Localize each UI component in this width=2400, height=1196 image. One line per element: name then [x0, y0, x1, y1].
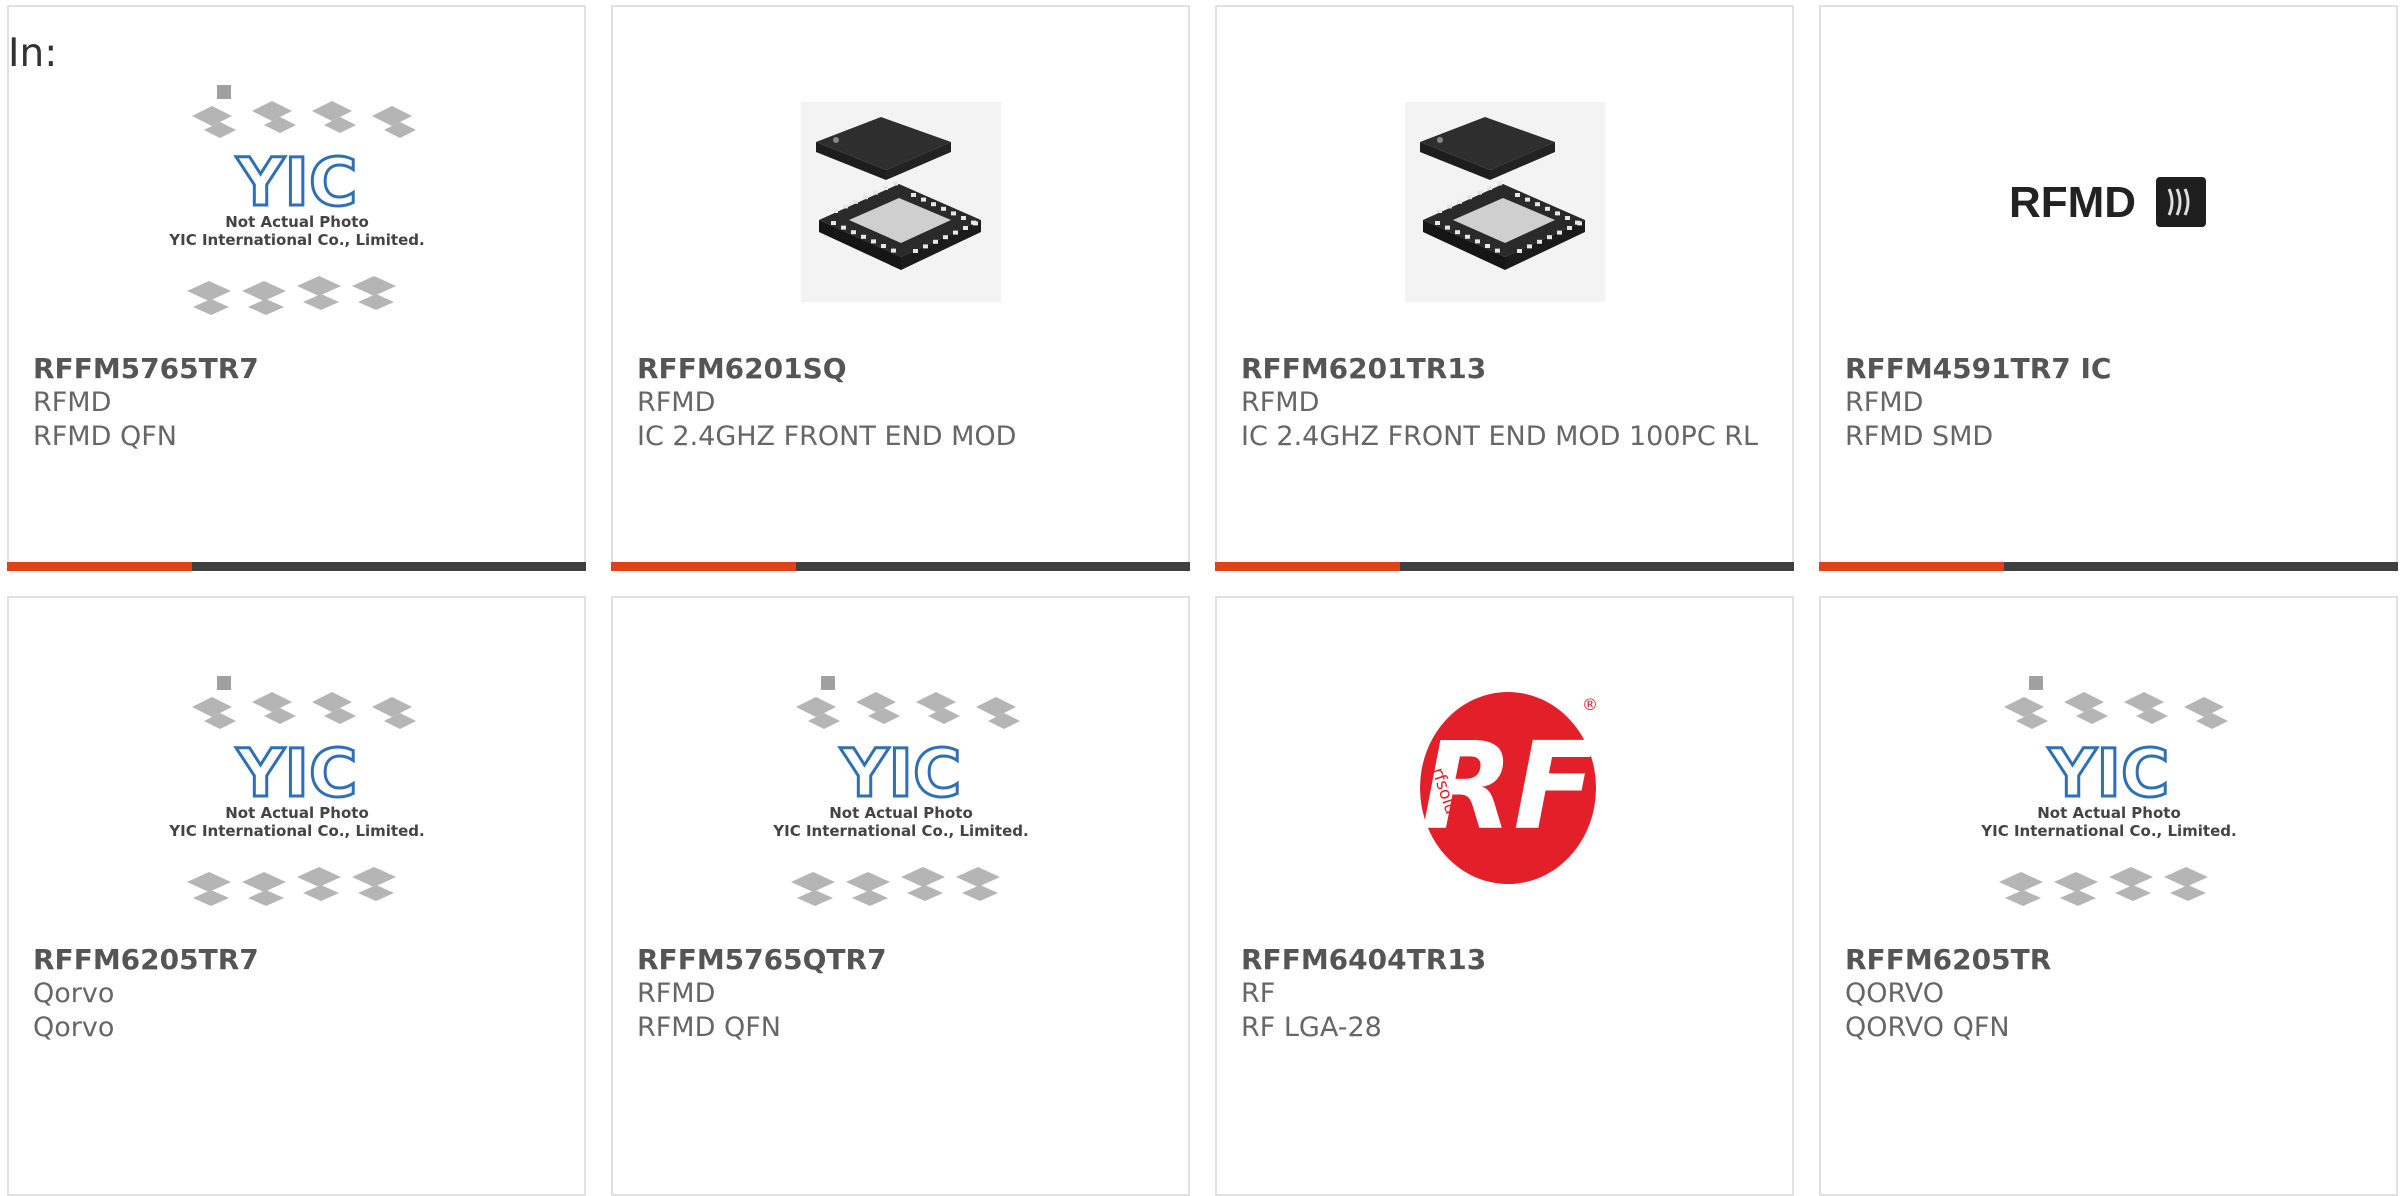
svg-text:YIC International Co., Limited: YIC International Co., Limited. — [168, 822, 424, 840]
accent-bar — [1215, 562, 1794, 571]
product-image[interactable]: YIC Not Actual Photo YIC International Co.… — [1821, 658, 2396, 928]
description: QORVO QFN — [1845, 1012, 2010, 1043]
product-image[interactable] — [613, 67, 1188, 337]
svg-text:Not Actual Photo: Not Actual Photo — [225, 213, 369, 231]
description: RFMD SMD — [1845, 421, 1994, 452]
manufacturer: RFMD — [33, 387, 112, 418]
svg-text:RFMD: RFMD — [2009, 178, 2136, 227]
product-image[interactable] — [1217, 67, 1792, 337]
accent-bar — [611, 562, 1190, 571]
product-card[interactable]: YIC Not Actual Photo YIC International Co.… — [7, 596, 586, 1196]
product-card[interactable]: YIC Not Actual Photo YIC International Co.… — [7, 5, 586, 571]
placeholder-image: YICNot Actual PhotoYIC International Co.… — [168, 676, 424, 906]
manufacturer: RFMD — [637, 387, 716, 418]
svg-text:Not Actual Photo: Not Actual Photo — [225, 804, 369, 822]
description: IC 2.4GHZ FRONT END MOD 100PC RL — [1241, 421, 1759, 452]
description: Qorvo — [33, 1012, 115, 1043]
product-image[interactable]: RFMD — [1821, 67, 2396, 337]
rf-solutions-logo: RFrfsolutions® — [1419, 692, 1598, 884]
svg-text:Not Actual Photo: Not Actual Photo — [829, 804, 973, 822]
product-image[interactable]: YIC Not Actual Photo YIC International Co.… — [9, 658, 584, 928]
svg-text:®: ® — [1582, 695, 1598, 714]
product-image[interactable]: RF rfsolutions ® — [1217, 658, 1792, 928]
svg-text:YIC: YIC — [235, 144, 357, 221]
accent-bar — [1819, 562, 2398, 571]
manufacturer: RFMD — [1241, 387, 1320, 418]
product-image[interactable]: YIC Not Actual Photo YIC International Co.… — [9, 67, 584, 337]
svg-text:YIC: YIC — [839, 735, 961, 812]
qfn-chip-image — [800, 102, 1001, 302]
manufacturer: RF — [1241, 978, 1276, 1009]
product-card[interactable]: YIC Not Actual Photo YIC International Co.… — [1819, 596, 2398, 1196]
svg-text:YIC International Co., Limited: YIC International Co., Limited. — [1980, 822, 2236, 840]
description: IC 2.4GHZ FRONT END MOD — [637, 421, 1017, 452]
part-number[interactable]: RFFM6201SQ — [637, 352, 1164, 386]
product-card[interactable]: RFFM6201TR13 RFMD IC 2.4GHZ FRONT END MO… — [1215, 5, 1794, 571]
svg-text:YIC: YIC — [2047, 735, 2169, 812]
description: RFMD QFN — [33, 421, 177, 452]
product-card[interactable]: RF rfsolutions ® RFFM6404TR13 RF RF LGA-28 — [1215, 596, 1794, 1196]
svg-text:YIC: YIC — [235, 735, 357, 812]
accent-bar — [7, 562, 586, 571]
svg-text:YIC International Co., Limited: YIC International Co., Limited. — [772, 822, 1028, 840]
placeholder-image: YICNot Actual PhotoYIC International Co.… — [1980, 676, 2236, 906]
part-number[interactable]: RFFM5765QTR7 — [637, 943, 1164, 977]
placeholder-image: YICNot Actual PhotoYIC International Co.… — [772, 676, 1028, 906]
manufacturer: QORVO — [1845, 978, 1945, 1009]
part-number[interactable]: RFFM6205TR — [1845, 943, 2372, 977]
product-card[interactable]: RFFM6201SQ RFMD IC 2.4GHZ FRONT END MOD — [611, 5, 1190, 571]
qfn-chip-image — [1404, 102, 1605, 302]
manufacturer: Qorvo — [33, 978, 115, 1009]
product-image[interactable]: YIC Not Actual Photo YIC International Co.… — [613, 658, 1188, 928]
part-number[interactable]: RFFM6404TR13 — [1241, 943, 1768, 977]
description: RF LGA-28 — [1241, 1012, 1382, 1043]
product-card[interactable]: YIC Not Actual Photo YIC International Co.… — [611, 596, 1190, 1196]
placeholder-image: YICNot Actual PhotoYIC International Co.… — [168, 85, 424, 315]
svg-text:YIC International Co., Limited: YIC International Co., Limited. — [168, 231, 424, 249]
page-label: In: — [8, 31, 58, 76]
description: RFMD QFN — [637, 1012, 781, 1043]
svg-text:Not Actual Photo: Not Actual Photo — [2037, 804, 2181, 822]
product-grid: YIC Not Actual Photo YIC International Co.… — [7, 5, 2400, 1196]
product-card[interactable]: RFMD RFFM4591TR7 IC RFMD RFMD SMD — [1819, 5, 2398, 571]
part-number[interactable]: RFFM4591TR7 IC — [1845, 352, 2372, 386]
rfmd-logo: RFMD — [2009, 177, 2206, 227]
part-number[interactable]: RFFM5765TR7 — [33, 352, 560, 386]
manufacturer: RFMD — [1845, 387, 1924, 418]
part-number[interactable]: RFFM6201TR13 — [1241, 352, 1768, 386]
manufacturer: RFMD — [637, 978, 716, 1009]
part-number[interactable]: RFFM6205TR7 — [33, 943, 560, 977]
